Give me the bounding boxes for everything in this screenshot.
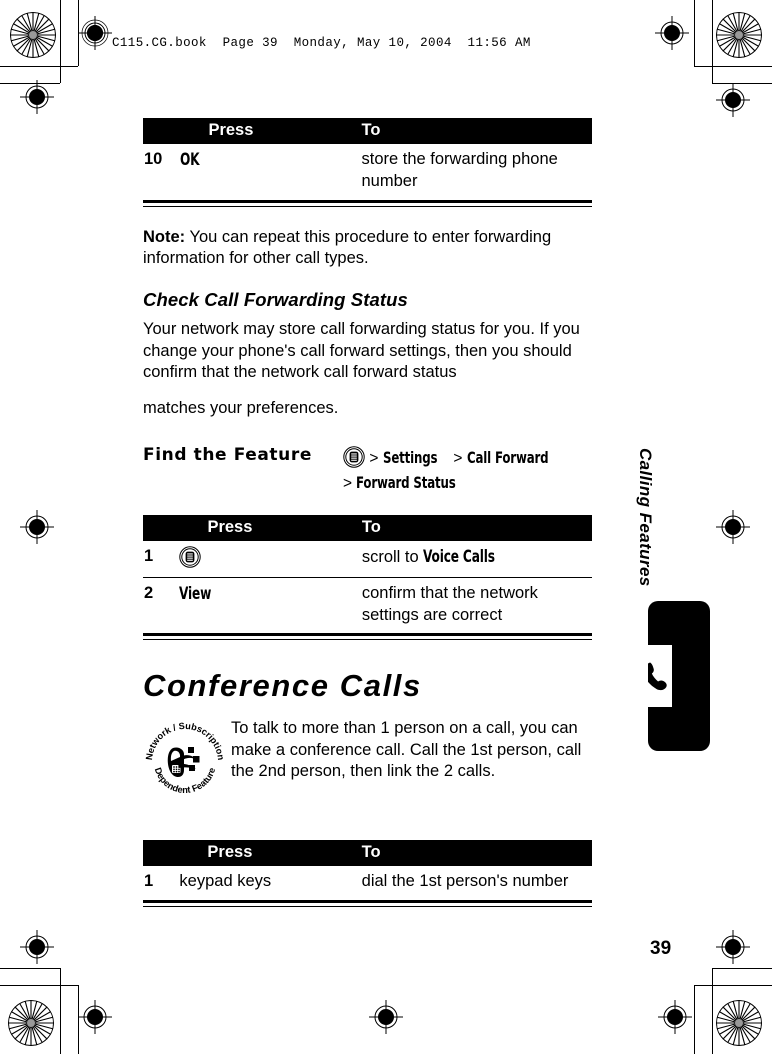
page-number: 39 [650, 938, 672, 959]
body-paragraph-continued: matches your preferences. [143, 398, 339, 417]
registration-mark-bottom-left [20, 930, 54, 964]
note-label: Note: [143, 227, 186, 246]
star-target-bottom-right [716, 1000, 762, 1046]
conference-calls-body: Network / Subscription Dependent Feature [143, 716, 592, 804]
press-key: View [175, 577, 357, 633]
table-row: 1 scroll to Voice Calls [143, 541, 592, 578]
action-description: confirm that the network settings are co… [361, 583, 538, 624]
crop-mark-bottom-right-v [694, 985, 695, 1054]
conference-calls-section: Conference Calls Network / Subscription … [143, 668, 592, 804]
table-header-row: Press To [143, 118, 592, 144]
network-subscription-dependent-feature-badge: Network / Subscription Dependent Feature [143, 716, 231, 804]
crop-mark-top-left-h [0, 66, 78, 67]
find-the-feature-path: > Settings > Call Forward > Forward Stat… [343, 443, 566, 495]
crop-mark-bottom-left-v2 [60, 968, 61, 1054]
press-key [175, 541, 358, 578]
registration-mark-mid-left [20, 510, 54, 544]
step-number: 10 [144, 149, 163, 168]
crop-mark-bottom-right-h [694, 985, 772, 986]
table-header-num [143, 840, 176, 867]
table-bottom-rule [143, 900, 592, 908]
conference-calls-description: To talk to more than 1 person on a call,… [231, 719, 582, 781]
press-key: OK [176, 144, 357, 200]
crop-mark-top-right-h [694, 66, 772, 67]
star-target-top-left [10, 12, 56, 58]
table-header-press: Press [175, 840, 358, 867]
registration-mark-top-right [655, 16, 689, 50]
body-paragraph: Your network may store call forwarding s… [143, 320, 580, 382]
menu-path-call-forward: Call Forward [466, 448, 549, 468]
path-separator-3: > [343, 474, 353, 492]
table-row: 1 keypad keys dial the 1st person's numb… [143, 866, 592, 900]
table-header-to: To [357, 840, 592, 867]
step-number: 1 [144, 872, 154, 891]
registration-mark-top-left [78, 16, 112, 50]
table-conference-steps: Press To 1 keypad keys dial the 1st pers… [143, 840, 592, 900]
table-store-forwarding: Press To 10 OK store the forwarding phon… [143, 118, 592, 200]
menu-key-icon [343, 446, 365, 468]
section-subheading: Check Call Forwarding Status [143, 289, 408, 311]
menu-key-icon [179, 546, 202, 568]
action-description: scroll to Voice Calls [357, 541, 592, 578]
crop-mark-bottom-left-h2 [0, 968, 60, 969]
crop-mark-bottom-right-h2 [712, 968, 772, 969]
table-header-row: Press To [143, 840, 592, 867]
softkey-label: OK [180, 149, 200, 169]
table-header-row: Press To [143, 515, 592, 542]
star-target-top-right [716, 12, 762, 58]
menu-item-voice-calls: Voice Calls [423, 547, 496, 567]
registration-mark-mid-right [716, 510, 750, 544]
registration-mark-bottom-inner-right [658, 1000, 692, 1034]
step-number: 1 [143, 541, 176, 578]
action-description: dial the 1st person's number [361, 872, 569, 891]
registration-mark-top-left-inner [20, 80, 54, 114]
table-bottom-rule [143, 199, 592, 207]
path-separator-1: > [369, 450, 379, 468]
table-header-to: To [357, 515, 592, 542]
chapter-thumb-tab [648, 601, 723, 751]
menu-path-forward-status: Forward Status [356, 472, 456, 492]
softkey-label: View [179, 583, 212, 603]
step-number: 2 [144, 583, 154, 602]
running-head-calling-features: Calling Features [636, 448, 655, 587]
table-row: 2 View confirm that the network settings… [143, 577, 592, 633]
page-content: Press To 10 OK store the forwarding phon… [143, 118, 592, 908]
crop-mark-top-left-v2 [60, 0, 61, 83]
chapter-title: Conference Calls [143, 668, 422, 704]
registration-mark-bottom-right [716, 930, 750, 964]
find-the-feature-block: Find the Feature > Settings > Call Forwa… [143, 443, 592, 495]
svg-text:Dependent Feature: Dependent Feature [153, 767, 218, 796]
action-description: store the forwarding phone number [361, 149, 558, 190]
table-row: 10 OK store the forwarding phone number [143, 144, 592, 200]
svg-text:Network / Subscription: Network / Subscription [144, 721, 226, 761]
print-header-text: C115.CG.book Page 39 Monday, May 10, 200… [112, 36, 531, 50]
press-key: keypad keys [179, 872, 272, 891]
action-prefix: scroll to [361, 548, 424, 567]
table-header-press: Press [176, 118, 358, 144]
menu-path-settings: Settings [382, 448, 438, 468]
crop-mark-bottom-left-h [0, 985, 78, 986]
path-separator-2: > [453, 450, 463, 468]
registration-mark-bottom-center [369, 1000, 403, 1034]
table-header-to: To [357, 118, 592, 144]
registration-mark-bottom-inner-left [78, 1000, 112, 1034]
table-header-num [143, 515, 176, 542]
find-the-feature-label: Find the Feature [143, 445, 312, 466]
crop-mark-top-right-v [694, 0, 695, 66]
table-bottom-rule [143, 633, 592, 641]
table-header-press: Press [175, 515, 358, 542]
crop-mark-top-right-v2 [712, 0, 713, 83]
note-text: You can repeat this procedure to enter f… [143, 227, 552, 267]
note-paragraph: Note: You can repeat this procedure to e… [143, 227, 592, 270]
crop-mark-bottom-right-v2 [712, 968, 713, 1054]
registration-mark-top-right-inner [716, 83, 750, 117]
table-header-num [143, 118, 177, 144]
table-check-forward-status: Press To 1 scroll to Voice Calls 2 View … [143, 515, 592, 633]
star-target-bottom-left [8, 1000, 54, 1046]
